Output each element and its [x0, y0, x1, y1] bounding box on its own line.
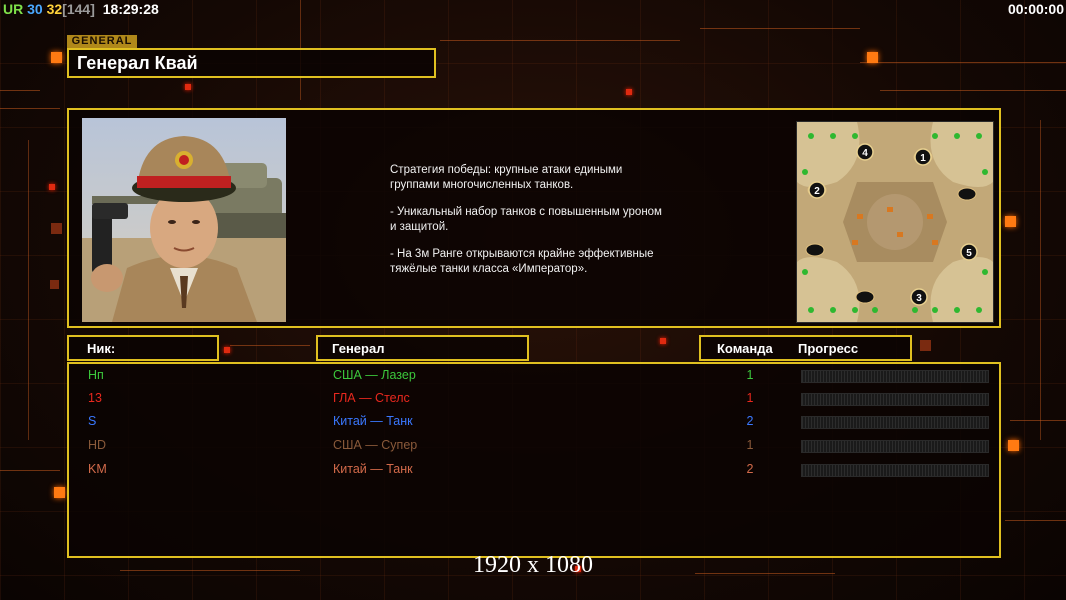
- deco-square: [224, 347, 230, 353]
- deco-square: [51, 52, 62, 63]
- deco-square: [626, 89, 632, 95]
- hud-value-c: [144]: [62, 1, 95, 17]
- deco-line: [1005, 520, 1066, 521]
- header-general-box: Генерал: [316, 335, 529, 361]
- deco-square: [867, 52, 878, 63]
- header-general: Генерал: [332, 341, 385, 356]
- general-info-panel: Стратегия победы: крупные атаки едиными …: [67, 108, 1001, 328]
- player-nick: KM: [88, 462, 107, 476]
- table-row: S Китай — Танк 2: [69, 411, 999, 433]
- hud-clock: 18:29:28: [102, 1, 159, 17]
- player-team: 1: [746, 368, 754, 382]
- deco-line: [440, 40, 680, 41]
- deco-square: [51, 223, 62, 234]
- table-row: 13 ГЛА — Стелс 1: [69, 388, 999, 410]
- header-progress: Прогресс: [798, 341, 859, 356]
- player-nick: 13: [88, 391, 102, 405]
- header-team: Команда: [717, 341, 773, 356]
- player-nick: S: [88, 414, 97, 428]
- spawn-label: 5: [966, 248, 972, 259]
- general-tag: GENERAL: [67, 35, 137, 48]
- deco-line: [0, 470, 60, 471]
- deco-line: [860, 62, 1066, 63]
- player-general: ГЛА — Стелс: [333, 391, 410, 405]
- player-progress-bar: [801, 370, 989, 383]
- general-portrait: [82, 118, 286, 322]
- spawn-label: 3: [916, 293, 922, 304]
- player-general: Китай — Танк: [333, 414, 413, 428]
- player-general: Китай — Танк: [333, 462, 413, 476]
- player-progress-bar: [801, 416, 989, 429]
- table-row: Hп США — Лазер 1: [69, 365, 999, 387]
- player-progress-bar: [801, 440, 989, 453]
- description-strategy: Стратегия победы: крупные атаки едиными …: [390, 164, 623, 191]
- players-table: Hп США — Лазер 1 13 ГЛА — Стелс 1 S Кита…: [67, 362, 1001, 558]
- deco-line: [1010, 420, 1066, 421]
- hud-stats: UR 30 32[144] 18:29:28: [3, 1, 159, 17]
- deco-square: [49, 184, 55, 190]
- player-progress-bar: [801, 464, 989, 477]
- deco-line: [0, 108, 60, 109]
- deco-square: [185, 84, 191, 90]
- deco-line: [230, 345, 310, 346]
- description-tanks: - Уникальный набор танков с повышенным у…: [390, 206, 662, 233]
- hud-ur: UR: [3, 1, 24, 17]
- player-team: 2: [746, 414, 754, 428]
- deco-square: [1008, 440, 1019, 451]
- deco-square: [1005, 216, 1016, 227]
- deco-square: [50, 280, 59, 289]
- deco-vline: [28, 140, 29, 440]
- spawn-label: 1: [920, 153, 926, 164]
- header-nick-box: Ник:: [67, 335, 219, 361]
- hud-value-a: 30: [27, 1, 43, 17]
- player-team: 2: [746, 462, 754, 476]
- deco-line: [700, 28, 860, 29]
- player-progress-bar: [801, 393, 989, 406]
- deco-line: [880, 90, 1066, 91]
- deco-square: [660, 338, 666, 344]
- deco-line: [0, 90, 40, 91]
- hud-value-b: 32: [46, 1, 63, 17]
- deco-vline: [1040, 120, 1041, 440]
- general-name: Генерал Квай: [77, 53, 198, 73]
- deco-square: [54, 487, 65, 498]
- table-row: KM Китай — Танк 2: [69, 459, 999, 481]
- spawn-label: 2: [814, 186, 820, 197]
- table-row: HD США — Супер 1: [69, 435, 999, 457]
- resolution-label: 1920 x 1080: [473, 552, 593, 578]
- description-rank3: - На 3м Ранге открываются крайне эффекти…: [390, 248, 654, 275]
- player-general: США — Супер: [333, 438, 418, 452]
- player-general: США — Лазер: [333, 368, 416, 382]
- deco-square: [920, 340, 931, 351]
- player-nick: Hп: [88, 368, 104, 382]
- player-team: 1: [746, 391, 754, 405]
- header-nick: Ник:: [87, 341, 116, 356]
- header-team-box: Команда Прогресс: [699, 335, 912, 361]
- player-team: 1: [746, 438, 754, 452]
- general-description: Стратегия победы: крупные атаки едиными …: [390, 163, 720, 289]
- hud-timer: 00:00:00: [1007, 1, 1064, 17]
- player-nick: HD: [88, 438, 107, 452]
- general-title-box: Генерал Квай: [67, 48, 436, 78]
- map-preview: 1 2 3 4 5: [796, 121, 994, 323]
- spawn-label: 4: [862, 148, 868, 159]
